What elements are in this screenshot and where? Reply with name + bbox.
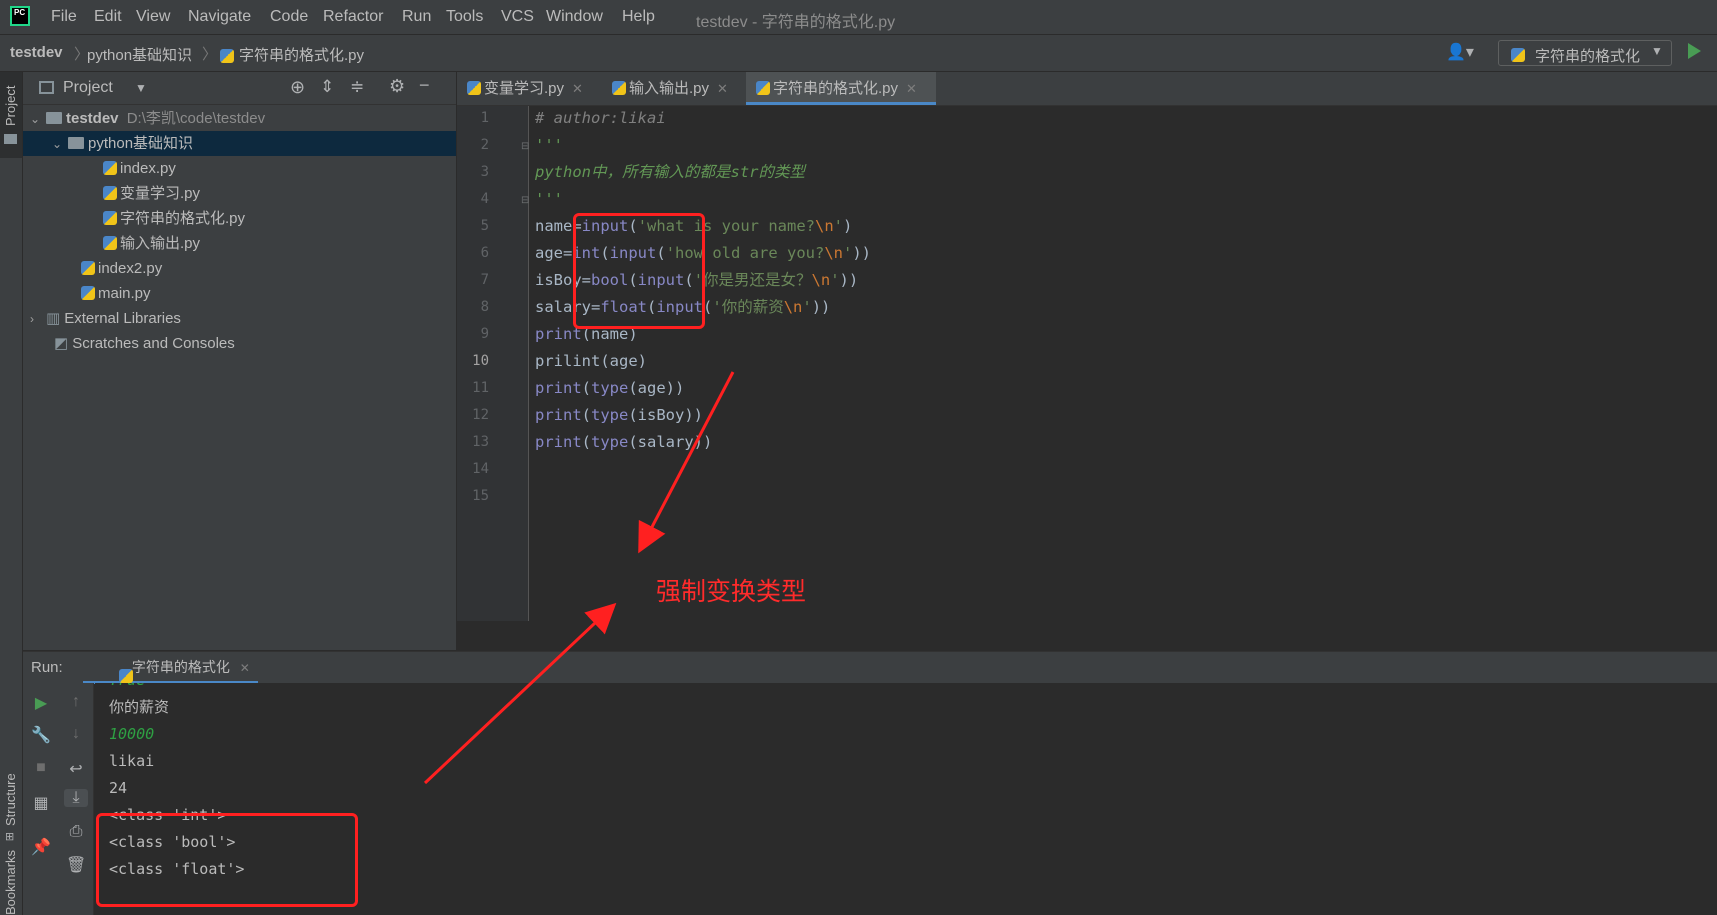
annotation-label: 强制变换类型 [656,577,807,606]
annotation-arrows [423,371,735,785]
arrow-from-console [423,602,617,785]
arrow-to-label [638,371,735,554]
